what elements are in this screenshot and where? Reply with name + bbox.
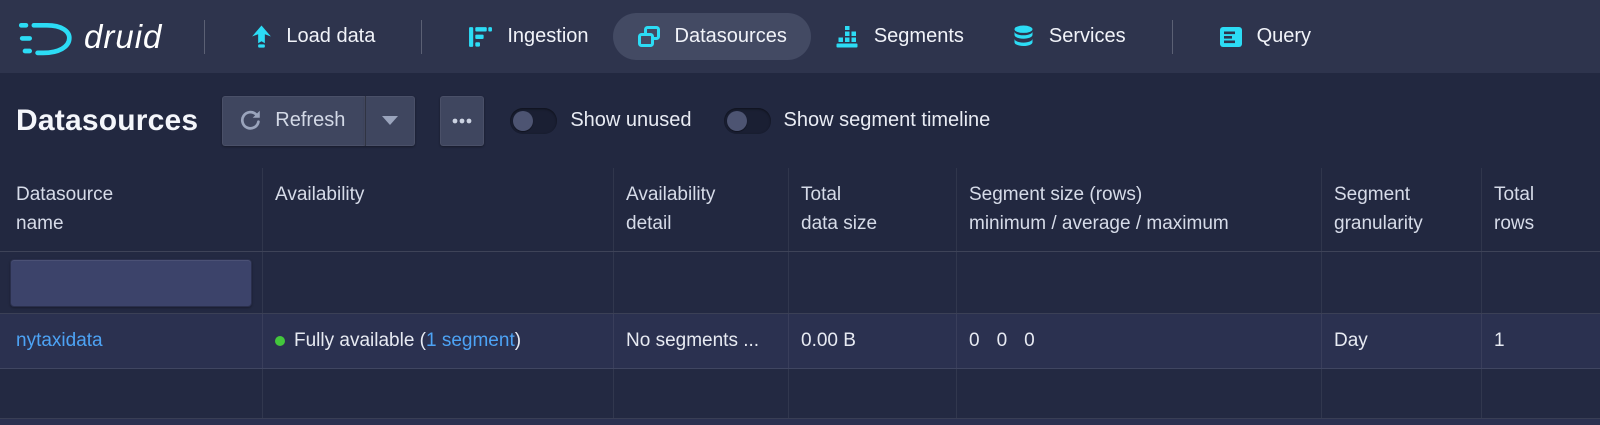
show-segment-timeline-toggle[interactable]: Show segment timeline (724, 108, 991, 134)
filter-cell-datasource-name (0, 252, 263, 313)
segments-icon (835, 26, 860, 48)
cell-datasource-name: nytaxidata (0, 314, 263, 368)
datasource-name-link[interactable]: nytaxidata (16, 330, 103, 352)
status-dot-icon (275, 336, 285, 346)
nav-item-label: Load data (286, 25, 375, 48)
empty-cell (614, 369, 789, 418)
segment-count-link[interactable]: 1 segment (426, 330, 515, 352)
cell-segment-size: 0 0 0 (957, 314, 1322, 368)
empty-cell (789, 369, 957, 418)
refresh-button-label: Refresh (275, 109, 345, 132)
column-header-availability-detail[interactable]: Availability detail (614, 168, 789, 251)
top-nav: druid Load data Ingestion (0, 0, 1600, 73)
empty-cell (1322, 369, 1482, 418)
toggle-knob (513, 111, 533, 131)
nav-item-ingestion[interactable]: Ingestion (444, 13, 612, 60)
nav-item-services[interactable]: Services (988, 13, 1150, 60)
column-header-availability[interactable]: Availability (263, 168, 614, 251)
column-header-total-data-size[interactable]: Total data size (789, 168, 957, 251)
column-header-segment-size[interactable]: Segment size (rows) minimum / average / … (957, 168, 1322, 251)
nav-divider (204, 20, 205, 54)
nav-item-load-data[interactable]: Load data (227, 13, 399, 60)
refresh-button[interactable]: Refresh (222, 96, 365, 146)
query-icon (1219, 26, 1243, 48)
empty-cell (263, 369, 614, 418)
services-icon (1012, 25, 1035, 49)
cell-total-data-size: 0.00 B (789, 314, 957, 368)
nav-item-segments[interactable]: Segments (811, 13, 988, 60)
table-row: nytaxidata Fully available ( 1 segment )… (0, 314, 1600, 369)
show-unused-label: Show unused (570, 109, 691, 132)
datasource-name-filter-input[interactable] (10, 259, 252, 307)
filter-cell (614, 252, 789, 313)
filter-cell (1482, 252, 1600, 313)
total-rows-value: 1 (1494, 330, 1505, 352)
toggle-track[interactable] (510, 108, 557, 134)
page-title: Datasources (16, 104, 198, 138)
segment-size-min: 0 (969, 330, 980, 352)
toggle-track[interactable] (724, 108, 771, 134)
druid-logo[interactable]: druid (18, 13, 168, 61)
column-header-segment-granularity[interactable]: Segment granularity (1322, 168, 1482, 251)
column-header-total-rows[interactable]: Total rows (1482, 168, 1600, 251)
empty-cell (1482, 369, 1600, 418)
refresh-dropdown-button[interactable] (365, 96, 415, 146)
cell-total-rows: 1 (1482, 314, 1600, 368)
datasources-icon (637, 26, 661, 48)
druid-logo-text: druid (84, 18, 168, 56)
page-header: Datasources Refresh Show unused (0, 73, 1600, 168)
nav-item-label: Query (1257, 25, 1311, 48)
refresh-icon (238, 108, 263, 133)
datasources-table: Datasource name Availability Availabilit… (0, 168, 1600, 425)
segment-size-avg: 0 (997, 330, 1008, 352)
nav-divider (1172, 20, 1173, 54)
filter-cell (789, 252, 957, 313)
more-actions-button[interactable] (440, 96, 484, 146)
load-data-icon (251, 25, 272, 48)
cell-availability-detail: No segments ... (614, 314, 789, 368)
availability-status-close: ) (515, 330, 521, 352)
nav-item-label: Ingestion (507, 25, 588, 48)
show-unused-toggle[interactable]: Show unused (510, 108, 691, 134)
segment-granularity-value: Day (1334, 330, 1368, 352)
nav-item-label: Datasources (675, 25, 787, 48)
filter-cell (263, 252, 614, 313)
availability-detail-text: No segments ... (626, 330, 759, 352)
nav-item-query[interactable]: Query (1195, 13, 1335, 60)
nav-item-label: Services (1049, 25, 1126, 48)
chevron-down-icon (382, 116, 398, 125)
total-data-size-value: 0.00 B (801, 330, 856, 352)
table-filter-row (0, 252, 1600, 314)
next-row-strip (0, 419, 1600, 425)
refresh-split-button: Refresh (222, 96, 415, 146)
empty-table-row (0, 369, 1600, 419)
druid-logo-icon (18, 13, 74, 61)
toggle-knob (727, 111, 747, 131)
segment-size-max: 0 (1024, 330, 1035, 352)
empty-cell (957, 369, 1322, 418)
nav-item-label: Segments (874, 25, 964, 48)
druid-console: druid Load data Ingestion (0, 0, 1600, 425)
table-header-row: Datasource name Availability Availabilit… (0, 168, 1600, 252)
column-header-datasource-name[interactable]: Datasource name (0, 168, 263, 251)
nav-divider (421, 20, 422, 54)
more-dots-icon (452, 118, 472, 124)
show-segment-timeline-label: Show segment timeline (784, 109, 991, 132)
cell-segment-granularity: Day (1322, 314, 1482, 368)
availability-status: Fully available ( (294, 330, 426, 352)
empty-cell (0, 369, 263, 418)
ingestion-icon (468, 26, 493, 48)
cell-availability: Fully available ( 1 segment ) (263, 314, 614, 368)
filter-cell (957, 252, 1322, 313)
filter-cell (1322, 252, 1482, 313)
nav-item-datasources[interactable]: Datasources (613, 13, 811, 60)
